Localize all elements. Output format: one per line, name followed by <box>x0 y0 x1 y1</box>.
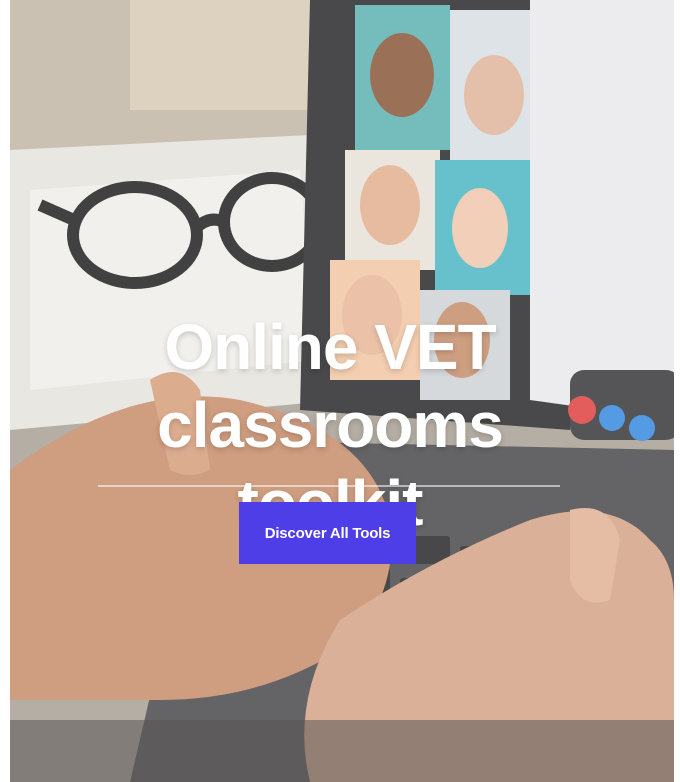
discover-all-tools-button[interactable]: Discover All Tools <box>239 502 416 564</box>
hero-content: Online VET classrooms toolkit Discover A… <box>10 0 674 782</box>
hero-divider <box>98 485 560 487</box>
hero-banner: Online VET classrooms toolkit Discover A… <box>10 0 674 782</box>
hero-title-line-1: Online VET <box>164 311 496 383</box>
